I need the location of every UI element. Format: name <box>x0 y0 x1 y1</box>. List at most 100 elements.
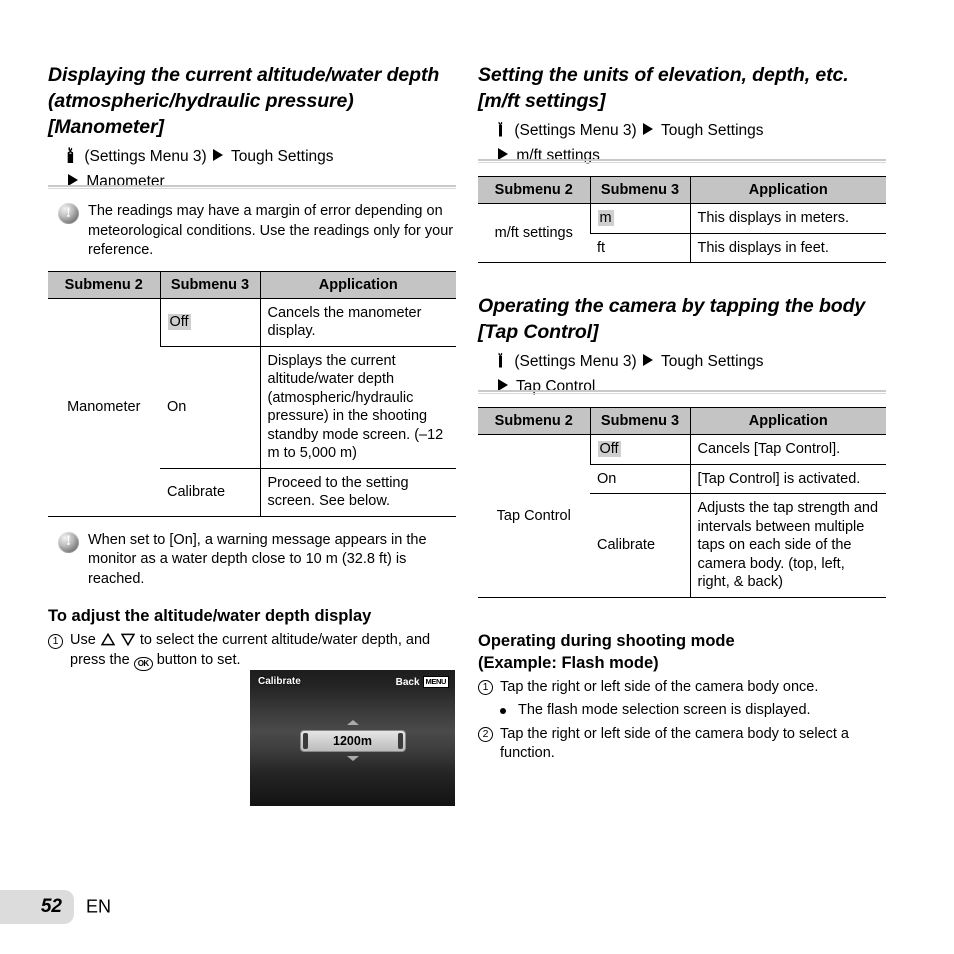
table-mft-settings: Submenu 2 Submenu 3 Application m/ft set… <box>478 176 886 263</box>
left-column: Displaying the current altitude/water de… <box>48 62 456 674</box>
menu-path-line2-wrap: Tap Control <box>496 374 886 399</box>
wrench-icon <box>66 146 77 164</box>
note2-text: When set to [On], a warning message appe… <box>88 531 427 587</box>
cell-submenu3-off[interactable]: Off <box>159 297 260 347</box>
step-text-c: button to set. <box>156 651 241 668</box>
cell-submenu2-mft: m/ft settings <box>478 203 590 263</box>
cell-submenu3-calibrate[interactable]: Calibrate <box>590 493 690 598</box>
sub-heading-adjust-display: To adjust the altitude/water depth displ… <box>48 607 372 625</box>
camera-down-arrow-icon <box>346 756 359 761</box>
camera-screen-illustration: Calibrate Back MENU 1200m <box>250 670 455 806</box>
section-title-tap-control: Operating the camera by tapping the body… <box>478 295 866 343</box>
note-text: The readings may have a margin of error … <box>88 203 454 258</box>
menu-path-line1: (Settings Menu 3) <box>514 122 637 139</box>
cell-application-off: Cancels the manometer display. <box>259 297 456 347</box>
step-adjust-1: 1 Use to select the current altitude/wat… <box>48 631 456 671</box>
section-divider-mft <box>478 159 886 164</box>
manual-page: Displaying the current altitude/water de… <box>0 0 954 954</box>
section-title-mft: Setting the units of elevation, depth, e… <box>478 64 849 112</box>
cell-application-on: [Tap Control] is activated. <box>689 463 886 494</box>
camera-screen-back: Back MENU <box>396 676 449 688</box>
table-row: Manometer Off Cancels the manometer disp… <box>48 297 456 517</box>
table-row: m/ft settings m This displays in meters. <box>478 203 886 263</box>
cell-submenu3-calibrate[interactable]: Calibrate <box>160 467 260 517</box>
bullet-shooting-1: The flash mode selection screen is displ… <box>478 701 886 721</box>
menu-path-line1: (Settings Menu 3) <box>514 353 637 370</box>
cell-submenu3-m[interactable]: m <box>589 203 690 234</box>
section-divider-tap-control <box>478 390 886 395</box>
table-header-row: Submenu 2 Submenu 3 Application <box>48 270 456 299</box>
wrench-icon-3 <box>496 351 507 368</box>
bullet-text: The flash mode selection screen is displ… <box>518 702 811 718</box>
table-header-row: Submenu 2 Submenu 3 Application <box>478 407 886 435</box>
col-header-submenu2: Submenu 2 <box>478 176 590 204</box>
cell-application-m: This displays in meters. <box>689 203 886 234</box>
ok-button-icon: OK <box>133 656 153 671</box>
cell-submenu2-manometer: Manometer <box>48 297 160 517</box>
default-value-highlight: Off <box>167 313 191 330</box>
table-header-row: Submenu 2 Submenu 3 Application <box>478 176 886 204</box>
cell-submenu3-on[interactable]: On <box>590 463 690 494</box>
default-value-highlight: m <box>597 210 614 226</box>
step-number-1: 1 <box>478 680 493 695</box>
menu-path-line1b: Tough Settings <box>661 353 764 370</box>
cell-submenu2-tap-control: Tap Control <box>478 434 590 598</box>
note-manometer-warning: When set to [On], a warning message appe… <box>56 531 456 590</box>
cell-application-calibrate: Adjusts the tap strength and intervals b… <box>689 493 886 598</box>
col-header-application: Application <box>689 176 886 204</box>
triangle-right-icon <box>642 354 653 366</box>
table-row: Tap Control Off Cancels [Tap Control]. <box>478 434 886 598</box>
default-value-highlight: Off <box>597 441 621 457</box>
cell-application-on: Displays the current altitude/water dept… <box>259 345 456 469</box>
menu-path-line1: (Settings Menu 3) <box>84 148 207 165</box>
camera-altitude-value: 1200m <box>299 730 406 752</box>
camera-up-arrow-icon <box>346 720 359 725</box>
menu-path-line1b: Tough Settings <box>231 148 334 165</box>
table-tap-control: Submenu 2 Submenu 3 Application Tap Cont… <box>478 407 886 598</box>
step-shooting-1: 1 Tap the right or left side of the came… <box>478 678 886 698</box>
right-column: Setting the units of elevation, depth, e… <box>478 62 886 767</box>
col-header-application: Application <box>259 270 456 299</box>
cell-application-off: Cancels [Tap Control]. <box>689 434 886 465</box>
step-shooting-2: 2 Tap the right or left side of the came… <box>478 725 886 764</box>
step-text-a: Use <box>70 632 96 648</box>
menu-path-line1b: Tough Settings <box>661 122 764 139</box>
sub-heading-line2: (Example: Flash mode) <box>478 653 659 672</box>
cell-application-ft: This displays in feet. <box>689 232 886 263</box>
cell-submenu3-off[interactable]: Off <box>589 434 690 465</box>
col-header-submenu3: Submenu 3 <box>589 176 690 204</box>
section-title-manometer: Displaying the current altitude/water de… <box>48 64 440 138</box>
menu-path-line2-wrap: Manometer <box>66 169 456 194</box>
step-text: Tap the right or left side of the camera… <box>500 678 819 695</box>
col-header-submenu2: Submenu 2 <box>478 407 590 435</box>
triangle-down-icon <box>120 633 136 647</box>
col-header-application: Application <box>689 407 886 435</box>
camera-screen-title: Calibrate <box>258 676 301 687</box>
cell-application-calibrate: Proceed to the setting screen. See below… <box>259 467 456 517</box>
cell-submenu3-on[interactable]: On <box>160 345 260 469</box>
section-divider-manometer <box>48 185 456 190</box>
sub-heading-shooting-mode: Operating during shooting mode (Example:… <box>478 630 886 674</box>
menu-badge-icon: MENU <box>422 676 449 688</box>
caution-exclamation-icon <box>58 203 79 224</box>
step-number-2: 2 <box>478 727 493 742</box>
note-manometer-accuracy: The readings may have a margin of error … <box>56 202 456 261</box>
page-language: EN <box>86 896 112 917</box>
col-header-submenu2: Submenu 2 <box>48 270 160 299</box>
step-text: Tap the right or left side of the camera… <box>500 725 849 762</box>
triangle-right-icon <box>212 149 223 161</box>
step-number-1: 1 <box>48 633 63 649</box>
triangle-up-icon <box>100 632 116 646</box>
cell-submenu3-ft[interactable]: ft <box>590 232 690 263</box>
camera-back-label: Back <box>395 676 420 688</box>
menu-path-line2-wrap: m/ft settings <box>496 143 886 168</box>
sub-heading-line1: Operating during shooting mode <box>478 631 735 650</box>
triangle-right-icon <box>642 123 653 135</box>
col-header-submenu3: Submenu 3 <box>589 407 690 435</box>
col-header-submenu3: Submenu 3 <box>159 270 260 299</box>
page-number: 52 <box>40 896 62 917</box>
page-number-tab: 52 <box>0 890 74 924</box>
bullet-dot-icon <box>500 708 506 714</box>
caution-exclamation-icon-2 <box>58 531 79 553</box>
wrench-icon-2 <box>496 120 507 137</box>
